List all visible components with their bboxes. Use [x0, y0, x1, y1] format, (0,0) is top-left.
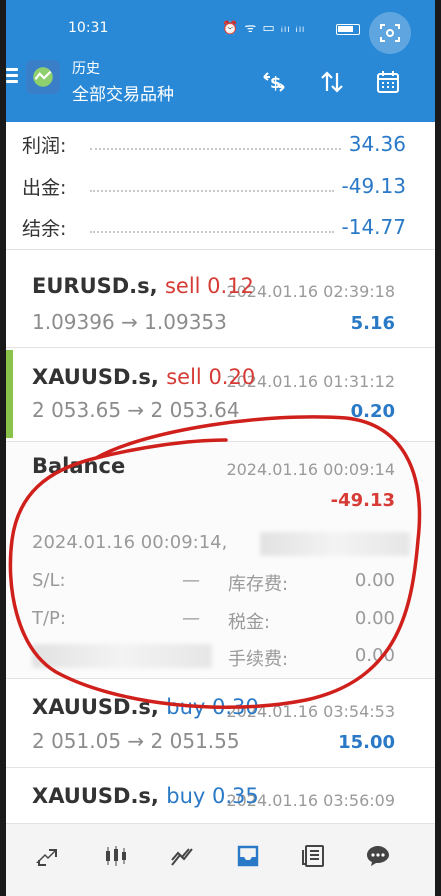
tp-label: T/P:	[32, 608, 66, 629]
deal-prices: 2 051.05 → 2 051.55	[32, 729, 240, 753]
deal-row[interactable]: 2024.01.16 02:39:18 EURUSD.s, sell 0.12 …	[6, 250, 435, 347]
deal-symbol: XAUUSD.s, sell 0.20	[32, 365, 255, 389]
deal-direction: buy 0.35	[166, 784, 259, 808]
sl-label: S/L:	[32, 570, 66, 591]
balance-title: Balance	[32, 454, 126, 478]
trend-icon[interactable]	[160, 836, 204, 876]
chat-icon[interactable]	[356, 836, 400, 876]
page-title: 历史	[72, 61, 100, 77]
menu-icon[interactable]	[6, 68, 18, 86]
balance-row-expanded[interactable]: Balance 2024.01.16 00:09:14 -49.13 2024.…	[6, 442, 435, 678]
summary-label: 出金:	[22, 176, 67, 199]
battery-icon	[336, 24, 360, 35]
dotted-leader	[90, 180, 334, 192]
status-icons: ⏰ ᯤ ▭ ᵢₗₗ ᵢₗₗ	[222, 21, 306, 36]
deal-profit: 0.20	[350, 401, 395, 422]
bottom-navigation	[6, 823, 435, 896]
deal-profit: 5.16	[350, 313, 395, 334]
trade-icon[interactable]	[26, 836, 70, 876]
summary-label: 结余:	[22, 217, 67, 240]
tp-value: —	[182, 608, 200, 629]
deal-direction: sell 0.20	[166, 365, 256, 389]
fee-label: 手续费:	[228, 649, 289, 670]
currency-dollar-swap-icon[interactable]: $	[258, 66, 290, 98]
deal-row[interactable]: 2024.01.16 01:31:12 XAUUSD.s, sell 0.20 …	[6, 348, 435, 441]
symbol-filter[interactable]: 全部交易品种	[72, 80, 174, 105]
deal-direction: buy 0.30	[166, 695, 259, 719]
deal-prices: 1.09396 → 1.09353	[32, 310, 227, 334]
summary-row-profit: 利润: 34.36	[22, 124, 406, 164]
deal-symbol-text: XAUUSD.s,	[32, 365, 159, 389]
scan-icon[interactable]	[369, 12, 411, 54]
summary-label: 利润:	[22, 134, 67, 157]
swap-value: 0.00	[354, 570, 395, 591]
redacted-comment	[260, 532, 410, 556]
deal-symbol: XAUUSD.s, buy 0.30	[32, 695, 259, 719]
app-header: 10:31 ⏰ ᯤ ▭ ᵢₗₗ ᵢₗₗ 历史 全部交易品种 $	[6, 0, 435, 122]
summary-panel: 利润: 34.36 出金: -49.13 结余: -14.77	[6, 122, 435, 249]
balance-detail-time: 2024.01.16 00:09:14,	[32, 532, 228, 553]
redacted-id	[32, 644, 212, 668]
dotted-leader	[90, 221, 334, 233]
news-icon[interactable]	[292, 836, 336, 876]
deal-row[interactable]: 2024.01.16 03:56:09 XAUUSD.s, buy 0.35	[6, 768, 435, 824]
sl-value: —	[182, 570, 200, 591]
calendar-icon[interactable]	[372, 66, 404, 98]
sort-arrows-icon[interactable]	[316, 66, 348, 98]
deal-prices: 2 053.65 → 2 053.64	[32, 398, 240, 422]
history-inbox-icon[interactable]	[226, 836, 270, 876]
deal-row[interactable]: 2024.01.16 03:54:53 XAUUSD.s, buy 0.30 2…	[6, 679, 435, 767]
deal-symbol-text: XAUUSD.s,	[32, 695, 159, 719]
chart-candles-icon[interactable]	[94, 836, 138, 876]
dotted-leader	[90, 138, 341, 150]
app-logo	[26, 60, 60, 94]
summary-row-balance: 结余: -14.77	[22, 207, 406, 247]
svg-text:$: $	[270, 73, 281, 92]
deal-profit: 15.00	[338, 732, 395, 753]
fee-value: 0.00	[354, 645, 395, 666]
open-position-indicator	[6, 350, 13, 438]
swap-label: 库存费:	[228, 574, 289, 595]
deal-direction: sell 0.12	[164, 274, 254, 298]
summary-row-withdrawal: 出金: -49.13	[22, 166, 406, 206]
balance-amount: -49.13	[330, 490, 395, 511]
summary-value: -49.13	[341, 174, 406, 198]
deal-symbol: EURUSD.s, sell 0.12	[32, 274, 254, 298]
deal-symbol-text: XAUUSD.s,	[32, 784, 159, 808]
summary-value: -14.77	[341, 215, 406, 239]
summary-value: 34.36	[348, 132, 406, 156]
balance-time: 2024.01.16 00:09:14	[226, 460, 395, 479]
status-time: 10:31	[68, 20, 109, 36]
tax-value: 0.00	[354, 608, 395, 629]
deal-symbol: XAUUSD.s, buy 0.35	[32, 784, 259, 808]
tax-label: 税金:	[228, 612, 271, 633]
phone-screen: 10:31 ⏰ ᯤ ▭ ᵢₗₗ ᵢₗₗ 历史 全部交易品种 $ 利润: 34.3…	[6, 0, 435, 896]
deal-symbol-text: EURUSD.s,	[32, 274, 158, 298]
